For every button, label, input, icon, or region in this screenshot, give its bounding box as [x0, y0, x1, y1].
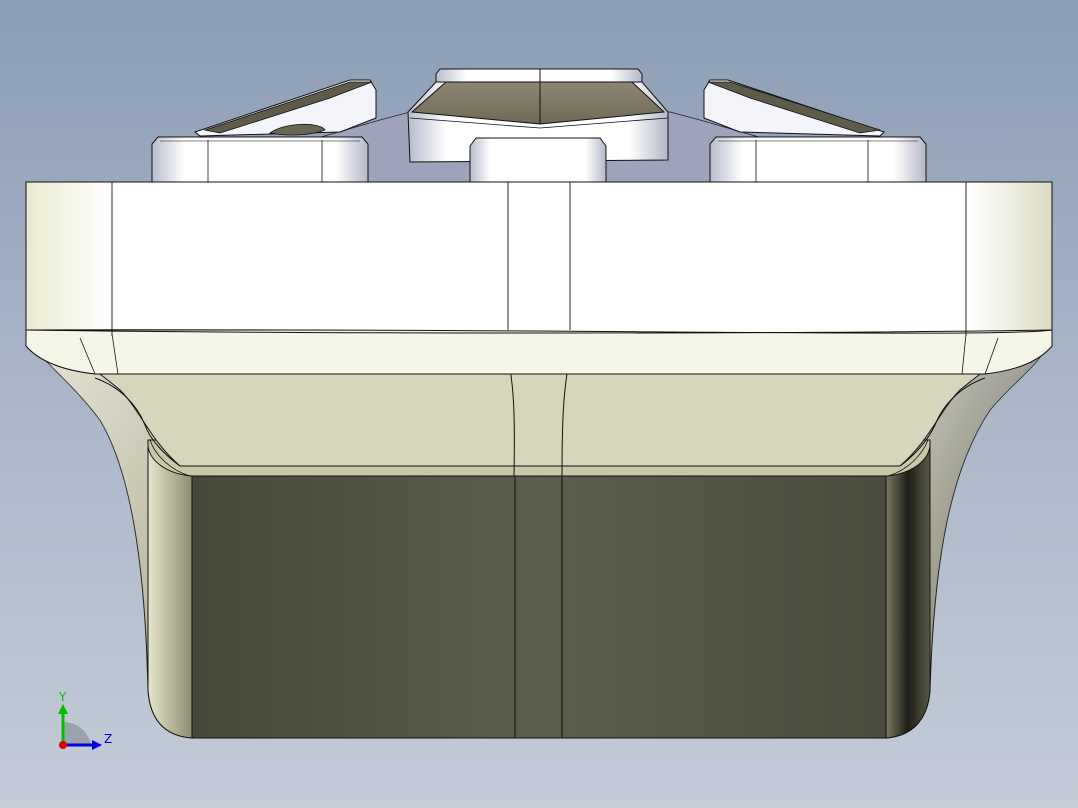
triad-arc [63, 721, 91, 745]
triad-z-label: Z [104, 732, 112, 746]
model-view[interactable]: Y Z [0, 0, 1078, 808]
triad-x-axis-dot [59, 741, 67, 749]
triad-z-arrow-icon [92, 740, 102, 750]
right-boss [709, 136, 927, 183]
top-skirt [25, 329, 1053, 375]
coordinate-triad: Y Z [58, 690, 112, 750]
triad-y-label: Y [58, 690, 67, 704]
left-rib [193, 79, 377, 137]
cad-viewport[interactable]: Y Z [0, 0, 1078, 808]
center-front-boss [469, 137, 607, 183]
triad-y-arrow-icon [58, 704, 68, 714]
left-boss [151, 136, 369, 183]
front-dark-face [147, 439, 931, 739]
right-rib [703, 79, 885, 137]
top-block [25, 181, 1053, 336]
